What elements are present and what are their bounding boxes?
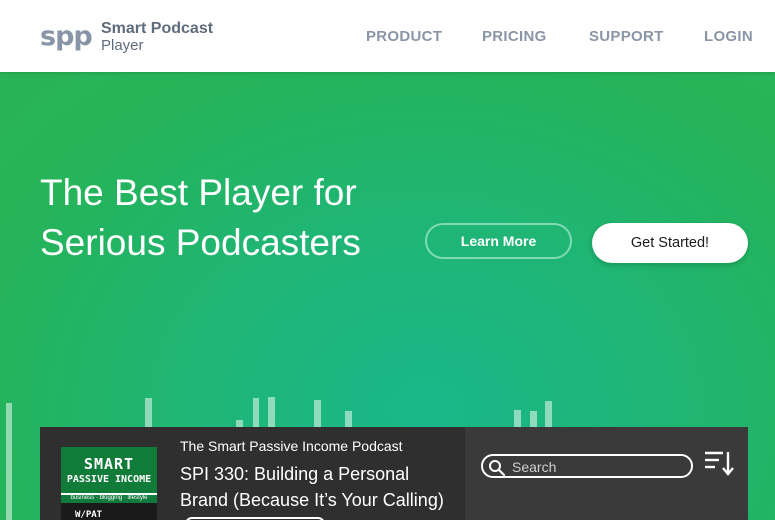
search-icon: [489, 460, 506, 477]
nav-pricing-link[interactable]: PRICING: [482, 28, 547, 45]
cover-title: SMART: [83, 455, 135, 473]
episode-title: SPI 330: Building a Personal Brand (Beca…: [180, 461, 450, 513]
cover-subtitle: PASSIVE INCOME: [66, 474, 152, 485]
nav-login-link[interactable]: LOGIN: [704, 28, 753, 45]
podcast-cover-art: SMART PASSIVE INCOME business · blogging…: [61, 447, 157, 520]
hero-headline: The Best Player for Serious Podcasters: [40, 168, 361, 268]
hero-section: The Best Player for Serious Podcasters L…: [0, 72, 775, 520]
episode-title-line2: Brand (Because It’s Your Calling): [180, 490, 444, 510]
logo-name-line2: Player: [101, 37, 144, 54]
visualizer-bar: [253, 398, 259, 428]
visualizer-bar: [6, 403, 12, 520]
podcast-player: SMART PASSIVE INCOME business · blogging…: [40, 427, 748, 520]
player-controls-panel: Search: [465, 427, 748, 520]
hero-headline-line2: Serious Podcasters: [40, 222, 361, 263]
top-navbar: spp Smart Podcast Player PRODUCT PRICING…: [0, 0, 775, 72]
episode-title-line1: SPI 330: Building a Personal: [180, 464, 410, 484]
get-started-button[interactable]: Get Started!: [592, 223, 748, 263]
visualizer-bar: [545, 401, 552, 428]
learn-more-button[interactable]: Learn More: [425, 223, 572, 259]
search-placeholder: Search: [512, 459, 557, 475]
cover-host: W/PAT: [75, 510, 103, 520]
visualizer-bar: [514, 410, 521, 428]
visualizer-bar: [268, 397, 275, 428]
visualizer-bar: [530, 411, 537, 428]
logo-mark: spp: [40, 21, 93, 52]
nav-product-link[interactable]: PRODUCT: [366, 28, 442, 45]
show-name: The Smart Passive Income Podcast: [180, 438, 403, 454]
nav-support-link[interactable]: SUPPORT: [589, 28, 664, 45]
visualizer-bar: [145, 398, 152, 428]
visualizer-bar: [314, 400, 321, 428]
visualizer-bar: [345, 411, 352, 428]
episode-search-input[interactable]: Search: [481, 454, 693, 478]
cover-tagline: business · blogging · lifestyle: [70, 495, 148, 501]
logo-name-line1: Smart Podcast: [101, 20, 214, 37]
sort-descending-icon[interactable]: [703, 449, 735, 477]
hero-headline-line1: The Best Player for: [40, 172, 357, 213]
